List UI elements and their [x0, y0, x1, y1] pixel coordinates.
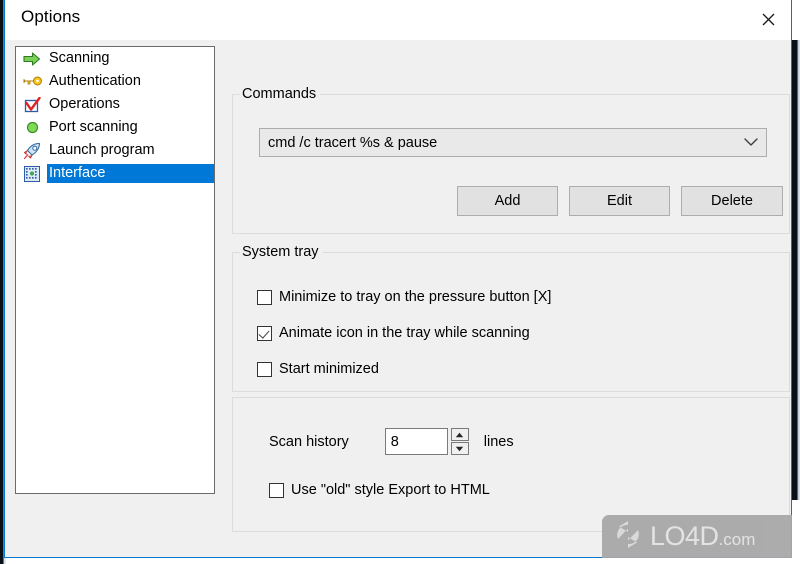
checkbox-minimize-to-tray[interactable]: Minimize to tray on the pressure button …	[257, 289, 551, 305]
checkbox-box	[257, 289, 272, 305]
scan-history-units-label: lines	[483, 433, 514, 450]
category-listbox[interactable]: Scanning Authentication Operations Port …	[15, 46, 215, 494]
category-item-launch-program[interactable]: Launch program	[16, 139, 214, 162]
category-item-scanning[interactable]: Scanning	[16, 47, 214, 70]
interface-grid-icon	[22, 165, 42, 183]
watermark-text: LO4D.com	[650, 523, 755, 550]
add-button[interactable]: Add	[457, 186, 558, 216]
spin-up-icon[interactable]	[450, 428, 469, 441]
window-title: Options	[21, 7, 81, 26]
refresh-arrows-icon	[612, 519, 644, 554]
checkbox-box	[257, 361, 272, 377]
red-checkmark-icon	[22, 96, 42, 114]
rocket-icon	[22, 142, 42, 160]
close-icon	[762, 13, 775, 26]
history-groupbox: Scan history 8 lines Use "old" style Exp…	[232, 397, 790, 532]
watermark-name: LO4D	[650, 521, 719, 551]
category-item-label: Interface	[47, 164, 214, 183]
spin-down-icon[interactable]	[450, 442, 469, 455]
system-tray-legend: System tray	[240, 244, 323, 260]
checkbox-label: Use "old" style Export to HTML	[291, 482, 490, 498]
scan-history-row: Scan history 8 lines	[269, 428, 514, 455]
chevron-down-icon[interactable]	[736, 138, 766, 147]
dialog-client-area: Scanning Authentication Operations Port …	[5, 40, 791, 557]
category-item-interface[interactable]: Interface	[16, 162, 214, 185]
command-combobox[interactable]: cmd /c tracert %s & pause	[259, 128, 767, 157]
title-bar: Options	[5, 0, 791, 40]
green-arrow-icon	[22, 50, 42, 68]
edit-button[interactable]: Edit	[569, 186, 670, 216]
checkbox-label: Start minimized	[279, 361, 379, 377]
scan-history-stepper[interactable]	[450, 428, 469, 455]
settings-panel: Commands cmd /c tracert %s & pause Add E…	[223, 40, 791, 557]
scan-history-input[interactable]: 8	[384, 428, 448, 455]
green-circle-icon	[22, 119, 42, 137]
system-tray-groupbox: System tray Minimize to tray on the pres…	[232, 244, 790, 392]
category-item-label: Port scanning	[49, 119, 138, 135]
category-item-label: Authentication	[49, 73, 141, 89]
checkbox-animate-tray-icon[interactable]: Animate icon in the tray while scanning	[257, 325, 530, 341]
category-item-label: Launch program	[49, 142, 155, 158]
lo4d-watermark: LO4D.com	[602, 515, 792, 558]
key-icon	[22, 73, 42, 91]
delete-button[interactable]: Delete	[681, 186, 783, 216]
scan-history-label: Scan history	[269, 433, 349, 450]
background-right-strip	[791, 40, 800, 500]
category-item-label: Operations	[49, 96, 120, 112]
category-item-operations[interactable]: Operations	[16, 93, 214, 116]
commands-groupbox: Commands cmd /c tracert %s & pause Add E…	[232, 86, 790, 234]
close-button[interactable]	[745, 0, 791, 38]
command-combobox-value: cmd /c tracert %s & pause	[268, 134, 438, 151]
category-item-port-scanning[interactable]: Port scanning	[16, 116, 214, 139]
checkbox-box	[269, 482, 284, 498]
category-item-label: Scanning	[49, 50, 110, 66]
checkbox-box	[257, 325, 272, 341]
commands-legend: Commands	[240, 86, 321, 102]
checkbox-old-style-export[interactable]: Use "old" style Export to HTML	[269, 482, 490, 498]
category-item-authentication[interactable]: Authentication	[16, 70, 214, 93]
checkbox-label: Minimize to tray on the pressure button …	[279, 289, 552, 305]
watermark-tld: .com	[718, 530, 756, 549]
checkbox-start-minimized[interactable]: Start minimized	[257, 361, 379, 377]
checkbox-label: Animate icon in the tray while scanning	[279, 325, 530, 341]
options-dialog-window: Options Scanning Authentication Operatio…	[4, 0, 792, 558]
